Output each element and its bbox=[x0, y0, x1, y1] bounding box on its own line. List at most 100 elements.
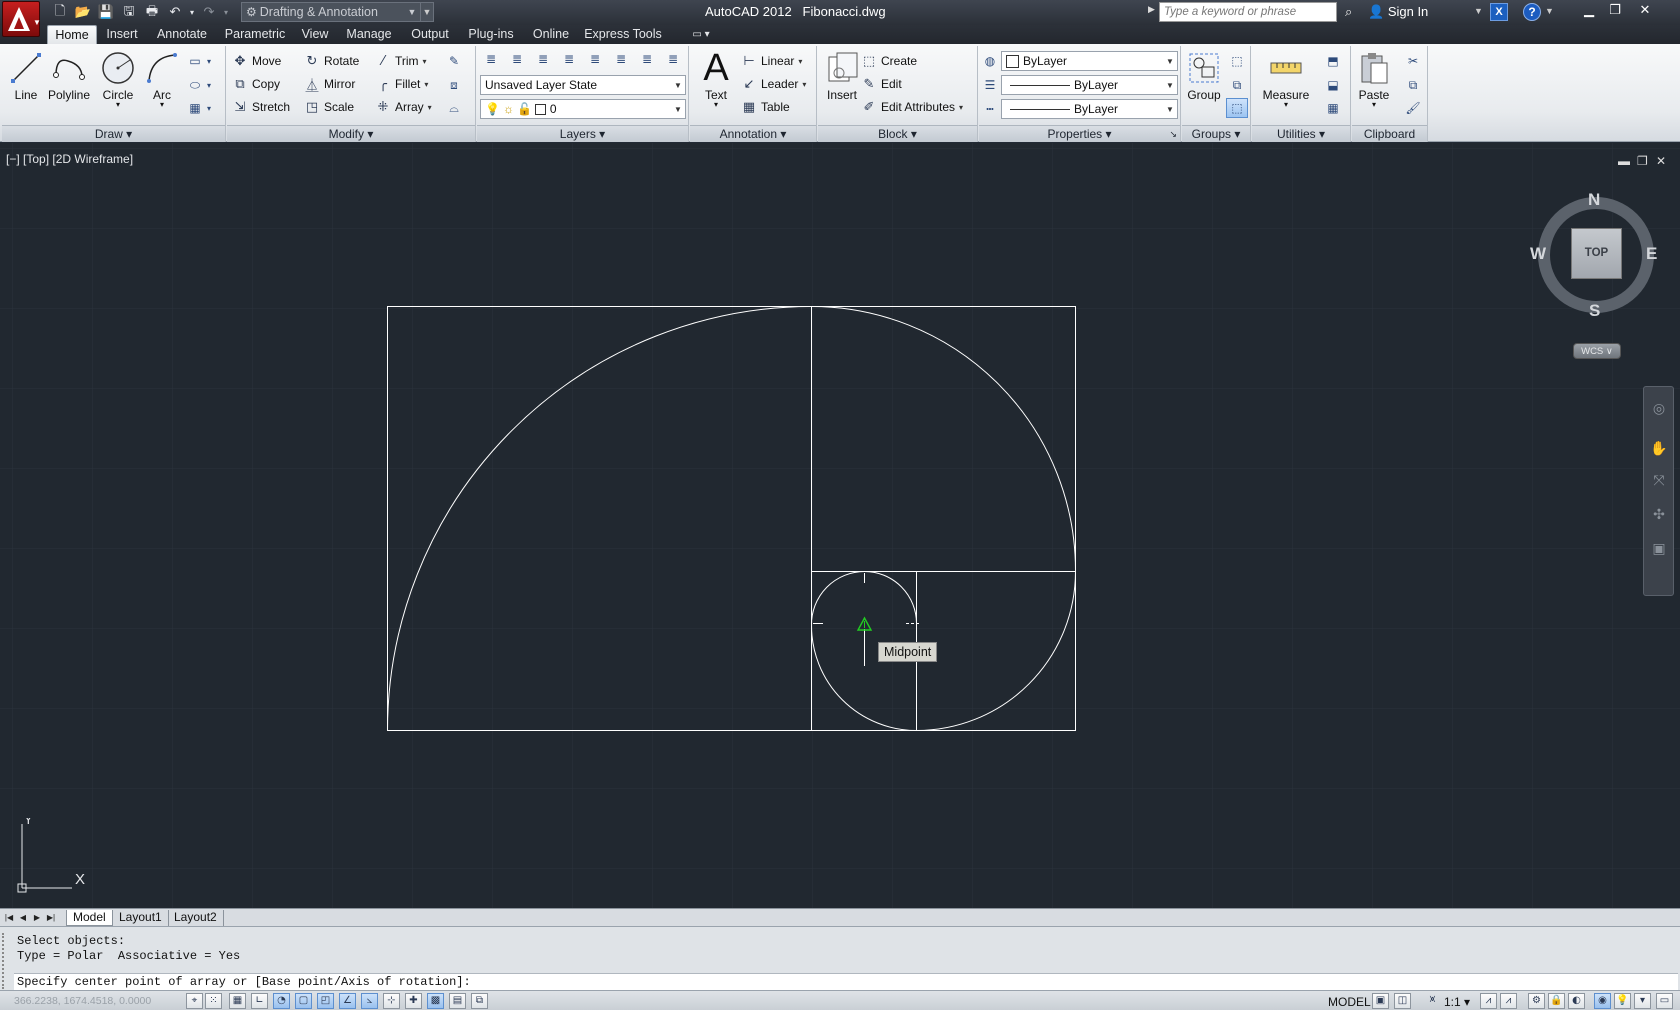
linetype-icon[interactable]: ┅ bbox=[979, 99, 1001, 119]
layer-state-select[interactable]: Unsaved Layer State ▼ bbox=[480, 75, 686, 95]
next-tab-icon[interactable]: ▶ bbox=[31, 911, 43, 924]
wcs-menu[interactable]: WCS ∨ bbox=[1573, 343, 1621, 359]
layers-panel-title[interactable]: Layers ▾ bbox=[477, 125, 688, 142]
tab-insert[interactable]: Insert bbox=[103, 25, 141, 44]
line-button[interactable]: Line bbox=[4, 48, 48, 102]
calculator-icon[interactable]: ▦ bbox=[1322, 98, 1344, 118]
last-tab-icon[interactable]: ▶| bbox=[45, 911, 57, 924]
plot-icon[interactable]: 🖶 bbox=[142, 4, 162, 22]
save-as-icon[interactable]: 🖫 bbox=[119, 4, 139, 22]
ribbon-minimize-icon[interactable]: ▭ ▾ bbox=[688, 25, 714, 44]
search-input[interactable]: Type a keyword or phrase bbox=[1159, 2, 1337, 22]
modify-panel-title[interactable]: Modify ▾ bbox=[227, 125, 475, 142]
layer-previous-icon[interactable]: ≣ bbox=[662, 49, 684, 69]
layer-properties-icon[interactable]: ≣ bbox=[480, 49, 502, 69]
viewport-minimize-icon[interactable]: ▬ bbox=[1618, 154, 1630, 168]
match-properties-icon[interactable]: 🖌 bbox=[1402, 98, 1424, 118]
3d-osnap-toggle[interactable]: ◰ bbox=[317, 993, 334, 1009]
ungroup-icon[interactable]: ⬚ bbox=[1226, 51, 1248, 71]
infer-constraints-toggle[interactable]: ⌖ bbox=[186, 993, 203, 1009]
dialog-launcher-icon[interactable]: ↘ bbox=[1169, 126, 1177, 143]
chevron-down-icon[interactable]: ▼ bbox=[1545, 6, 1554, 16]
grid-toggle[interactable]: ▦ bbox=[229, 993, 246, 1009]
explode-icon[interactable]: ⧈ bbox=[443, 75, 465, 95]
linetype-select[interactable]: ByLayer ▼ bbox=[1001, 99, 1178, 119]
prev-tab-icon[interactable]: ◀ bbox=[17, 911, 29, 924]
viewport-close-icon[interactable]: ✕ bbox=[1656, 154, 1666, 168]
cut-icon[interactable]: ✂ bbox=[1402, 51, 1424, 71]
groups-panel-title[interactable]: Groups ▾ bbox=[1182, 125, 1250, 142]
tab-view[interactable]: View bbox=[299, 25, 331, 44]
select-similar-icon[interactable]: ⬓ bbox=[1322, 75, 1344, 95]
viewport-restore-icon[interactable]: ❐ bbox=[1637, 154, 1648, 168]
compass-east[interactable]: E bbox=[1646, 244, 1657, 264]
copy-clip-icon[interactable]: ⧉ bbox=[1402, 75, 1424, 95]
layer-off-icon[interactable]: ≣ bbox=[610, 49, 632, 69]
undo-dropdown-icon[interactable]: ▾ bbox=[188, 4, 196, 22]
layer-icon[interactable]: ≣ bbox=[506, 49, 528, 69]
chevron-down-icon[interactable]: ▼ bbox=[1474, 6, 1483, 16]
rotate-button[interactable]: ↻ Rotate bbox=[303, 50, 360, 72]
chevron-down-icon[interactable]: ▾ bbox=[204, 75, 214, 95]
new-file-icon[interactable]: 🗋 bbox=[50, 4, 70, 22]
sign-in-button[interactable]: 👤 Sign In bbox=[1368, 4, 1428, 20]
draw-panel-title[interactable]: Draw ▾ bbox=[2, 125, 225, 142]
layer-match-icon[interactable]: ≣ bbox=[636, 49, 658, 69]
viewcube-top-face[interactable]: TOP bbox=[1571, 228, 1622, 279]
ellipse-icon[interactable]: ⬭ bbox=[184, 75, 206, 95]
otrack-toggle[interactable]: ∠ bbox=[339, 993, 356, 1009]
dyn-toggle[interactable]: ⊹ bbox=[383, 993, 400, 1009]
layer-select[interactable]: 💡 ☼ 🔓 0 ▼ bbox=[480, 99, 686, 119]
move-button[interactable]: ✥ Move bbox=[231, 50, 282, 72]
scale-button[interactable]: ◳ Scale bbox=[303, 96, 354, 118]
edit-attributes-button[interactable]: ✐ Edit Attributes ▾ bbox=[860, 96, 964, 118]
redo-dropdown-icon[interactable]: ▾ bbox=[222, 4, 230, 22]
layout-tab-layout1[interactable]: Layout1 bbox=[113, 910, 169, 926]
drawing-viewport[interactable]: [−] [Top] [2D Wireframe] ▬ ❐ ✕ Midpoint bbox=[0, 143, 1680, 908]
layer-freeze-icon[interactable]: ≣ bbox=[584, 49, 606, 69]
status-bar-menu-icon[interactable]: ▾ bbox=[1634, 993, 1651, 1009]
color-select[interactable]: ByLayer ▼ bbox=[1001, 51, 1178, 71]
minimize-button[interactable]: ▁ bbox=[1576, 1, 1602, 19]
undo-icon[interactable]: ↶ bbox=[165, 4, 185, 22]
color-wheel-icon[interactable]: ◍ bbox=[979, 51, 1001, 71]
group-edit-icon[interactable]: ⧉ bbox=[1226, 75, 1248, 95]
utilities-panel-title[interactable]: Utilities ▾ bbox=[1252, 125, 1350, 142]
measure-button[interactable]: Measure ▾ bbox=[1258, 48, 1314, 109]
hatch-icon[interactable]: ▦ bbox=[184, 98, 206, 118]
copy-button[interactable]: ⧉ Copy bbox=[231, 73, 280, 95]
drawing-canvas[interactable] bbox=[0, 143, 1680, 908]
stretch-button[interactable]: ⇲ Stretch bbox=[231, 96, 290, 118]
rectangle-icon[interactable]: ▭ bbox=[184, 51, 206, 71]
close-button[interactable]: ✕ bbox=[1632, 1, 1658, 19]
help-icon[interactable]: ? bbox=[1523, 3, 1541, 21]
lineweight-select[interactable]: ByLayer ▼ bbox=[1001, 75, 1178, 95]
model-space-button[interactable]: MODEL bbox=[1328, 995, 1371, 1009]
layer-isolate-icon[interactable]: ≣ bbox=[532, 49, 554, 69]
quick-view-drawings-icon[interactable]: ◫ bbox=[1394, 993, 1411, 1009]
restore-button[interactable]: ❐ bbox=[1602, 1, 1628, 19]
showmotion-icon[interactable]: ▣ bbox=[1649, 539, 1669, 559]
snap-toggle[interactable]: ⁙ bbox=[205, 993, 222, 1009]
lock-ui-icon[interactable]: 🔒 bbox=[1548, 993, 1565, 1009]
annotation-panel-title[interactable]: Annotation ▾ bbox=[690, 125, 816, 142]
annotation-scale-icon[interactable]: ⩙ bbox=[1424, 993, 1441, 1009]
open-file-icon[interactable]: 📂 bbox=[73, 4, 93, 22]
insert-block-button[interactable]: Insert bbox=[820, 48, 864, 102]
polyline-button[interactable]: Polyline bbox=[44, 48, 94, 102]
layer-unisolate-icon[interactable]: ≣ bbox=[558, 49, 580, 69]
lightbulb-icon[interactable]: 💡 bbox=[1614, 993, 1631, 1009]
orbit-icon[interactable]: ✣ bbox=[1649, 505, 1669, 525]
quick-view-layouts-icon[interactable]: ▣ bbox=[1372, 993, 1389, 1009]
quick-select-icon[interactable]: ⬒ bbox=[1322, 51, 1344, 71]
annotation-visibility-icon[interactable]: ⩘ bbox=[1480, 993, 1497, 1009]
application-menu-button[interactable]: ▼ bbox=[2, 1, 41, 37]
workspace-switching-icon[interactable]: ⚙ bbox=[1528, 993, 1545, 1009]
isolate-objects-icon[interactable]: ◉ bbox=[1594, 993, 1611, 1009]
tab-online[interactable]: Online bbox=[528, 25, 574, 44]
compass-south[interactable]: S bbox=[1589, 301, 1600, 321]
edit-block-button[interactable]: ✎ Edit bbox=[860, 73, 902, 95]
fillet-button[interactable]: ╭ Fillet ▾ bbox=[374, 73, 428, 95]
group-selection-icon[interactable]: ⬚ bbox=[1226, 98, 1248, 118]
properties-panel-title[interactable]: Properties ▾ ↘ bbox=[979, 125, 1180, 142]
